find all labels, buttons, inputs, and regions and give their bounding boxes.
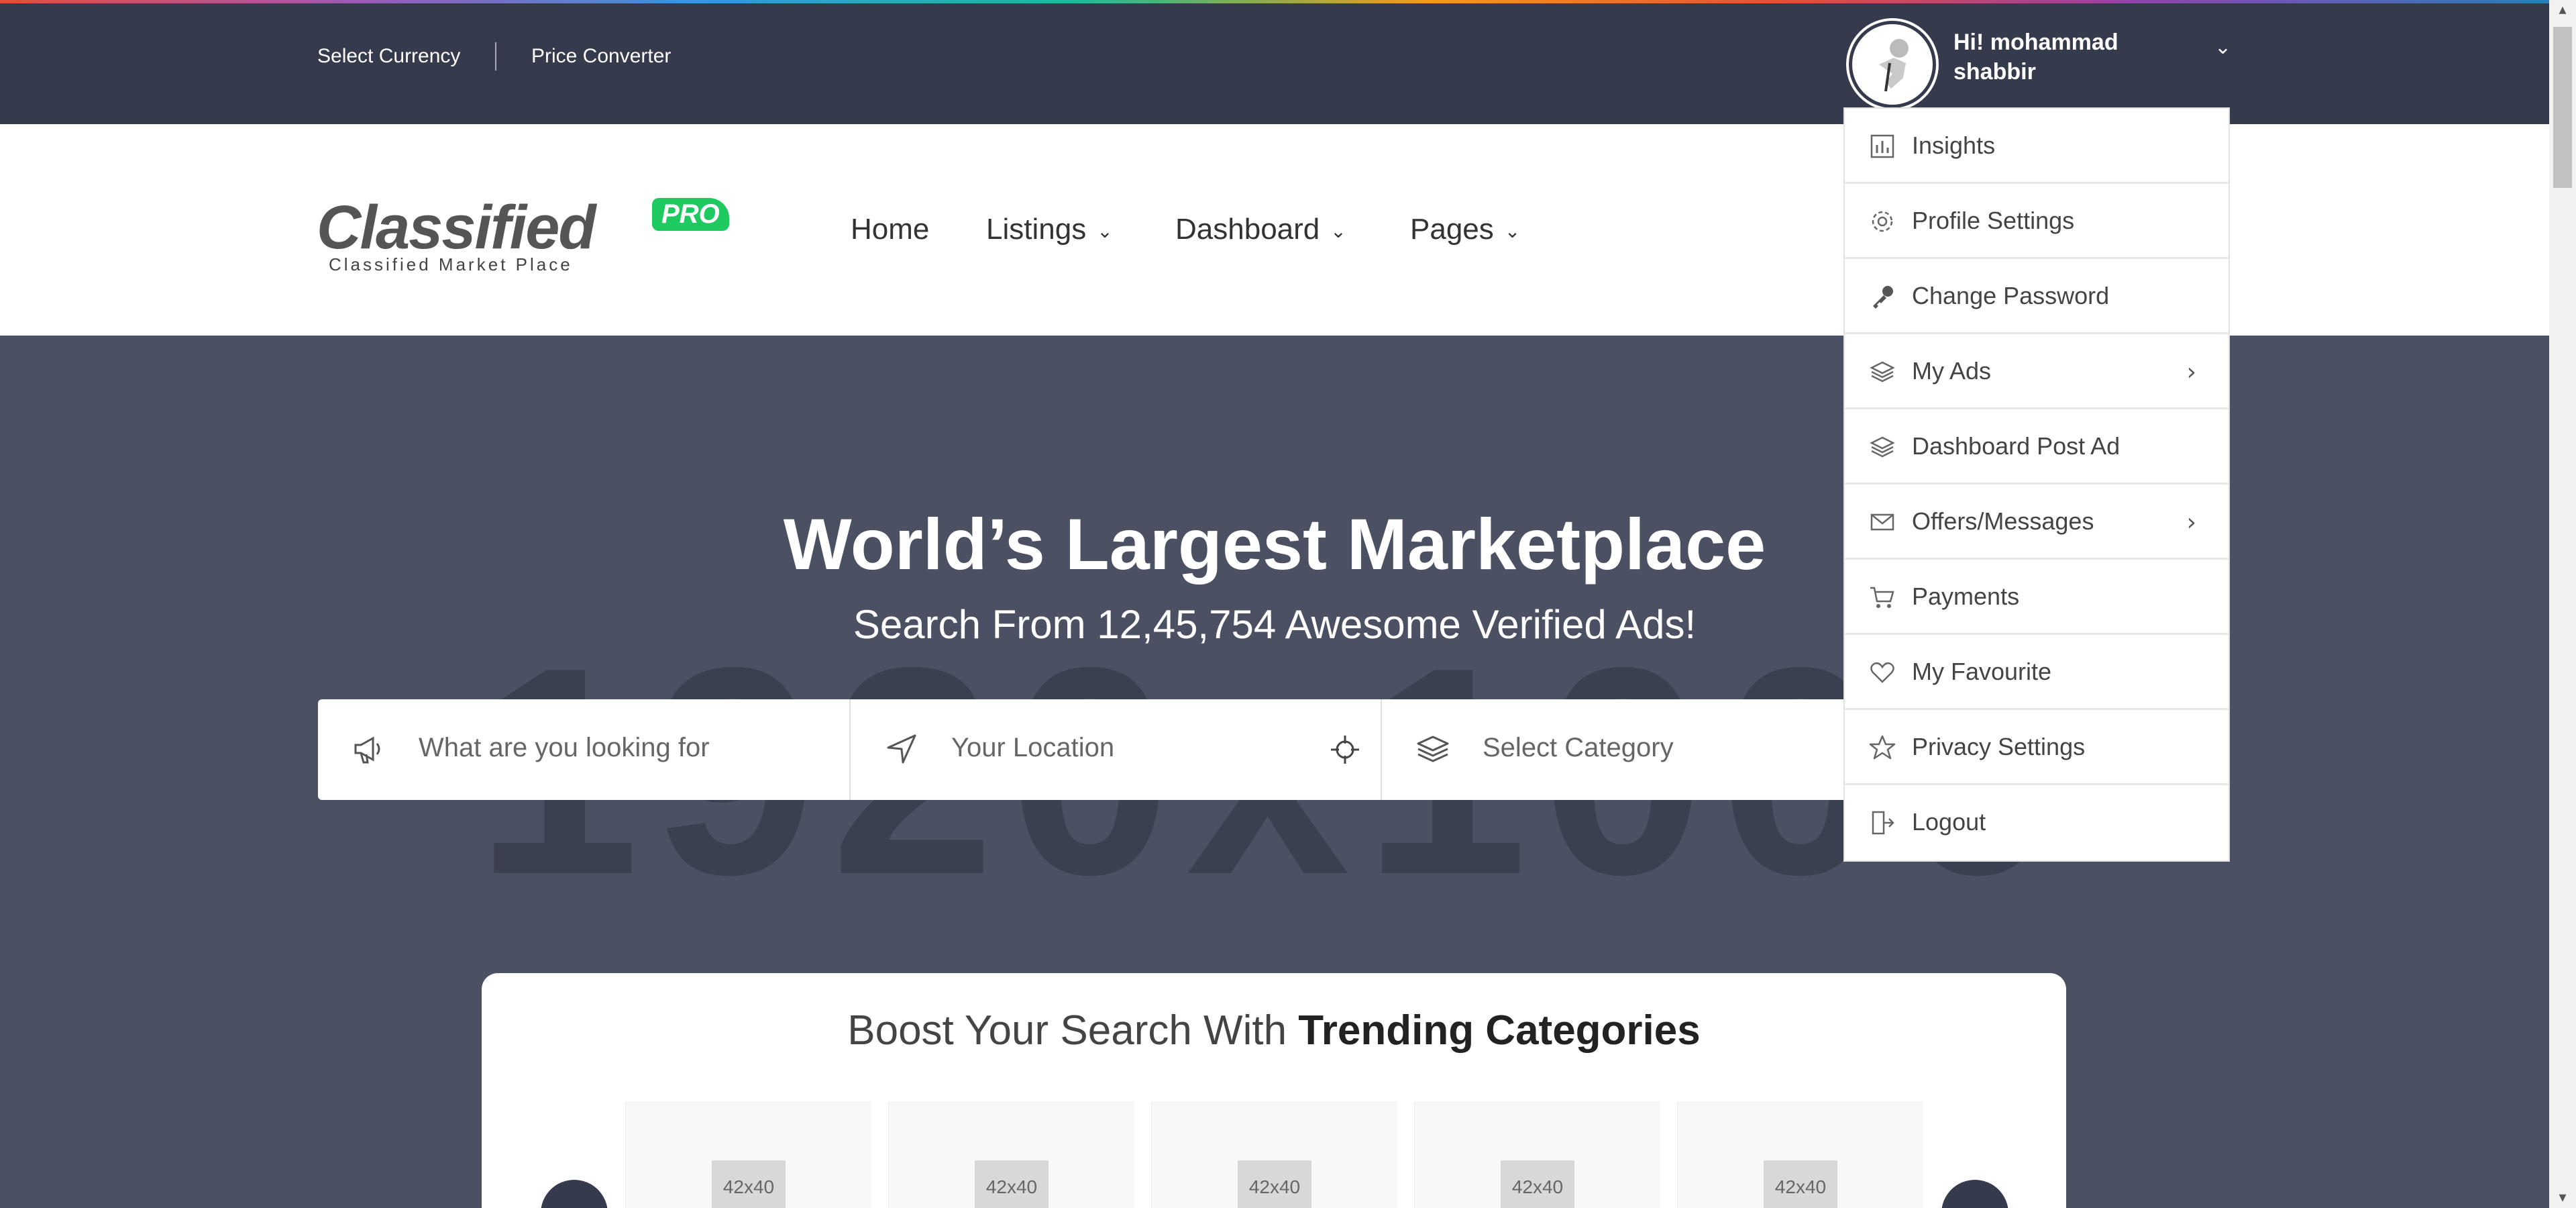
crosshair-icon[interactable] [1328,733,1362,766]
menu-item-label: Insights [1912,132,1996,159]
topbar-divider [495,42,496,70]
heart-icon [1870,662,1894,683]
gear-icon [1872,211,1893,232]
nav-listings-label: Listings [986,213,1087,246]
menu-item-label: My Ads [1912,357,1992,385]
category-image-placeholder: 42x40 [1501,1160,1574,1208]
menu-item-label: My Favourite [1912,658,2052,685]
category-image-placeholder: 42x40 [1764,1160,1837,1208]
category-card[interactable]: 42x40 [1677,1102,1923,1208]
menu-item-label: Privacy Settings [1912,733,2086,760]
nav-listings[interactable]: Listings ⌄ [986,213,1113,246]
avatar-figure-icon [1854,26,1931,103]
layers-icon [1870,361,1895,383]
key-icon [1873,286,1893,309]
scroll-down-arrow-icon[interactable]: ▾ [2549,1188,2576,1208]
menu-item-profile-settings[interactable]: Profile Settings [1845,184,2229,259]
trending-title-light: Boost Your Search With [847,1007,1287,1054]
category-card[interactable]: 42x40 [888,1102,1134,1208]
search-bar: What are you looking for Your Location S… [318,699,1941,800]
navigation-arrow-icon [887,734,916,764]
avatar[interactable] [1849,21,1936,108]
nav-pages[interactable]: Pages ⌄ [1410,213,1520,246]
nav-home-label: Home [851,213,930,246]
select-currency-link[interactable]: Select Currency [317,45,460,68]
chart-icon [1870,134,1894,158]
menu-item-my-ads[interactable]: My Ads › [1845,334,2229,409]
chevron-down-icon: ⌄ [1097,220,1113,242]
keyword-search-field[interactable]: What are you looking for [318,699,851,800]
layers-icon [1870,436,1895,458]
category-card[interactable]: 42x40 [1414,1102,1660,1208]
menu-item-label: Dashboard Post Ad [1912,432,2121,460]
chevron-down-icon: ⌄ [1330,220,1346,242]
menu-item-logout[interactable]: Logout [1845,785,2229,860]
scroll-up-arrow-icon[interactable]: ▴ [2549,0,2576,20]
menu-item-payments[interactable]: Payments [1845,560,2229,635]
trending-categories-card: Boost Your Search With Trending Categori… [482,973,2066,1208]
logo-word: Classified [317,193,596,262]
menu-item-label: Profile Settings [1912,207,2075,234]
menu-item-dashboard-post-ad[interactable]: Dashboard Post Ad [1845,409,2229,485]
trending-title-bold: Trending Categories [1298,1007,1701,1054]
menu-item-offers-messages[interactable]: Offers/Messages › [1845,485,2229,560]
chevron-down-icon[interactable]: ⌄ [2214,36,2231,59]
trending-title: Boost Your Search With Trending Categori… [482,1007,2066,1054]
location-placeholder: Your Location [951,733,1115,762]
cart-icon [1870,587,1894,608]
nav-home[interactable]: Home [851,213,929,246]
envelope-icon [1870,513,1894,531]
keyword-placeholder: What are you looking for [419,733,710,762]
category-image-placeholder: 42x40 [712,1160,786,1208]
menu-item-label: Change Password [1912,282,2110,309]
category-placeholder: Select Category [1483,733,1674,762]
chevron-right-icon: › [2186,509,2196,536]
category-image-placeholder: 42x40 [1238,1160,1311,1208]
chevron-down-icon: ⌄ [1504,220,1521,242]
chevron-right-icon: › [2186,358,2196,386]
site-logo[interactable]: Classified PRO Classified Market Place [317,193,729,274]
menu-item-privacy-settings[interactable]: Privacy Settings [1845,710,2229,785]
menu-item-insights[interactable]: Insights [1845,109,2229,184]
nav-dashboard[interactable]: Dashboard ⌄ [1175,213,1346,246]
topbar: Select Currency Price Converter Hi! moha… [0,3,2549,124]
user-greeting[interactable]: Hi! mohammad shabbir [1953,28,2161,87]
scrollbar-thumb[interactable] [2553,27,2572,188]
nav-dashboard-label: Dashboard [1175,213,1320,246]
page-scrollbar[interactable]: ▴ ▾ [2549,0,2576,1208]
nav-pages-label: Pages [1410,213,1494,246]
menu-item-label: Payments [1912,583,2020,610]
logo-tagline: Classified Market Place [329,254,573,274]
layers-icon [1417,736,1449,762]
logout-icon [1872,811,1894,835]
category-card[interactable]: 42x40 [1151,1102,1397,1208]
megaphone-icon [354,736,380,764]
location-search-field[interactable]: Your Location [851,699,1382,800]
category-card[interactable]: 42x40 [625,1102,871,1208]
logo-pro-badge: PRO [652,198,729,231]
star-icon [1869,735,1896,760]
user-account-toggle[interactable]: Hi! mohammad shabbir ⌄ [1849,21,2231,108]
menu-item-label: Logout [1912,808,1986,836]
menu-item-change-password[interactable]: Change Password [1845,259,2229,334]
menu-item-my-favourite[interactable]: My Favourite [1845,635,2229,710]
price-converter-link[interactable]: Price Converter [531,45,671,68]
category-image-placeholder: 42x40 [975,1160,1049,1208]
user-dropdown-menu: Insights Profile Settings Change Passwor… [1843,107,2230,862]
menu-item-label: Offers/Messages [1912,507,2094,535]
